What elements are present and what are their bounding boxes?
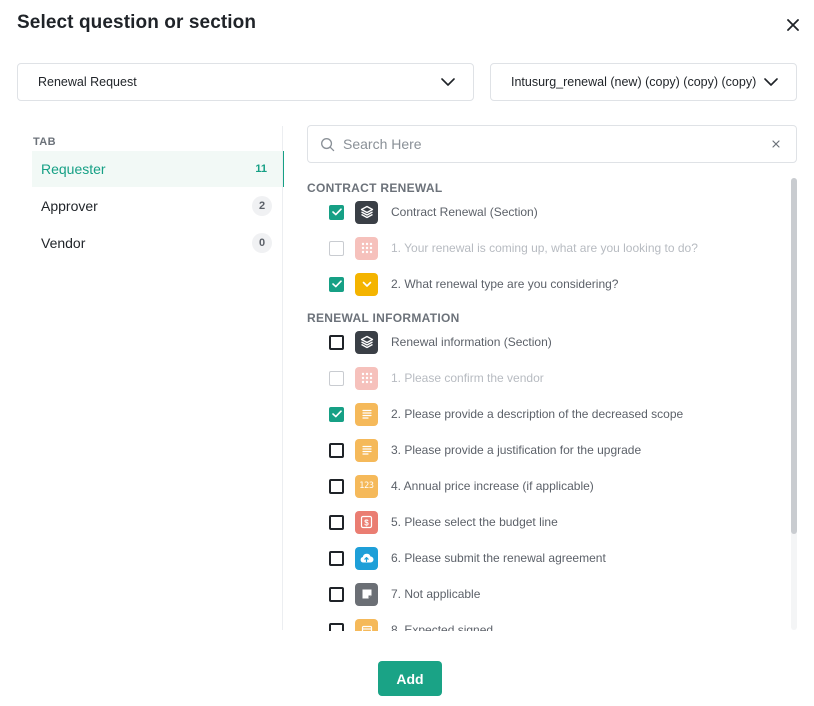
question-label: Contract Renewal (Section): [391, 205, 538, 219]
question-label: 4. Annual price increase (if applicable): [391, 479, 594, 493]
question-list: CONTRACT RENEWAL Contract Renewal (Sectio…: [307, 176, 797, 631]
search-input[interactable]: [343, 136, 768, 152]
tab-requester[interactable]: Requester 11: [32, 151, 284, 187]
question-row[interactable]: 6. Please submit the renewal agreement: [329, 546, 789, 570]
number-icon: 123: [355, 474, 378, 498]
question-row: 1. Please confirm the vendor: [329, 366, 789, 390]
question-row[interactable]: Contract Renewal (Section): [329, 200, 789, 224]
close-icon: [787, 19, 799, 31]
tab-label: Requester: [41, 161, 106, 177]
question-label: 1. Please confirm the vendor: [391, 371, 544, 385]
question-row[interactable]: 123 4. Annual price increase (if applicab…: [329, 474, 789, 498]
tab-approver[interactable]: Approver 2: [32, 188, 284, 224]
question-label: 1. Your renewal is coming up, what are y…: [391, 241, 698, 255]
dialog-title: Select question or section: [17, 12, 257, 33]
question-checkbox[interactable]: [329, 204, 344, 220]
tab-label: Vendor: [41, 235, 86, 251]
question-label: 2. What renewal type are you considering…: [391, 277, 619, 291]
svg-text:$: $: [364, 518, 369, 527]
question-row[interactable]: 2. What renewal type are you considering…: [329, 272, 789, 296]
chevron-down-icon: [441, 75, 455, 89]
tab-vendor[interactable]: Vendor 0: [32, 225, 284, 261]
text-icon: [355, 438, 378, 462]
clear-search-button[interactable]: [768, 136, 784, 152]
question-row: 1. Your renewal is coming up, what are y…: [329, 236, 789, 260]
question-row[interactable]: 7. Not applicable: [329, 582, 789, 606]
tab-label: Approver: [41, 198, 98, 214]
scrollbar-track: [791, 178, 797, 630]
tab-count-badge: 0: [252, 233, 272, 253]
question-row[interactable]: 8. Expected signed...: [329, 618, 789, 631]
dollar-icon: $: [355, 510, 378, 534]
grid-icon: [355, 236, 378, 260]
form-select-value: Renewal Request: [38, 75, 137, 89]
search-box: [307, 125, 797, 163]
form-select[interactable]: Renewal Request: [17, 63, 474, 101]
note-icon: [355, 582, 378, 606]
question-checkbox[interactable]: [329, 478, 344, 494]
question-label: 7. Not applicable: [391, 587, 481, 601]
group-title: CONTRACT RENEWAL: [307, 181, 443, 195]
question-checkbox[interactable]: [329, 334, 344, 350]
search-icon: [321, 137, 335, 151]
chevron-down-icon: [764, 75, 778, 89]
add-button[interactable]: Add: [378, 661, 442, 696]
question-checkbox: [329, 370, 344, 386]
scrollbar-thumb[interactable]: [791, 178, 797, 534]
panel-divider: [282, 126, 283, 630]
question-label: 6. Please submit the renewal agreement: [391, 551, 606, 565]
dropdown-icon: [355, 272, 378, 296]
checkmark-icon: [331, 208, 342, 216]
checkmark-icon: [331, 280, 342, 288]
question-row[interactable]: 2. Please provide a description of the d…: [329, 402, 789, 426]
calendar-icon: [355, 618, 378, 631]
question-label: 8. Expected signed...: [391, 623, 504, 631]
tab-count-badge: 11: [255, 163, 267, 175]
question-label: 5. Please select the budget line: [391, 515, 558, 529]
version-select[interactable]: Intusurg_renewal (new) (copy) (copy) (co…: [490, 63, 797, 101]
question-checkbox[interactable]: [329, 586, 344, 602]
checkmark-icon: [331, 410, 342, 418]
tab-count-badge: 2: [252, 196, 272, 216]
question-label: Renewal information (Section): [391, 335, 552, 349]
grid-icon: [355, 366, 378, 390]
tab-list: Requester 11 Approver 2 Vendor 0: [32, 151, 284, 262]
question-row[interactable]: $5. Please select the budget line: [329, 510, 789, 534]
version-select-value: Intusurg_renewal (new) (copy) (copy) (co…: [511, 75, 757, 89]
question-checkbox[interactable]: [329, 442, 344, 458]
select-question-dialog: Select question or section Renewal Reque…: [0, 0, 814, 706]
close-icon: [772, 140, 780, 148]
question-checkbox[interactable]: [329, 622, 344, 631]
close-button[interactable]: [782, 14, 804, 36]
question-row[interactable]: Renewal information (Section): [329, 330, 789, 354]
question-checkbox[interactable]: [329, 550, 344, 566]
layers-icon: [355, 200, 378, 224]
question-checkbox[interactable]: [329, 406, 344, 422]
group-title: RENEWAL INFORMATION: [307, 311, 460, 325]
question-checkbox: [329, 240, 344, 256]
question-row[interactable]: 3. Please provide a justification for th…: [329, 438, 789, 462]
question-label: 2. Please provide a description of the d…: [391, 407, 684, 421]
layers-icon: [355, 330, 378, 354]
tab-section-label: TAB: [33, 136, 56, 148]
text-icon: [355, 402, 378, 426]
cloud-upload-icon: [355, 546, 378, 570]
question-label: 3. Please provide a justification for th…: [391, 443, 642, 457]
question-checkbox[interactable]: [329, 514, 344, 530]
question-checkbox[interactable]: [329, 276, 344, 292]
